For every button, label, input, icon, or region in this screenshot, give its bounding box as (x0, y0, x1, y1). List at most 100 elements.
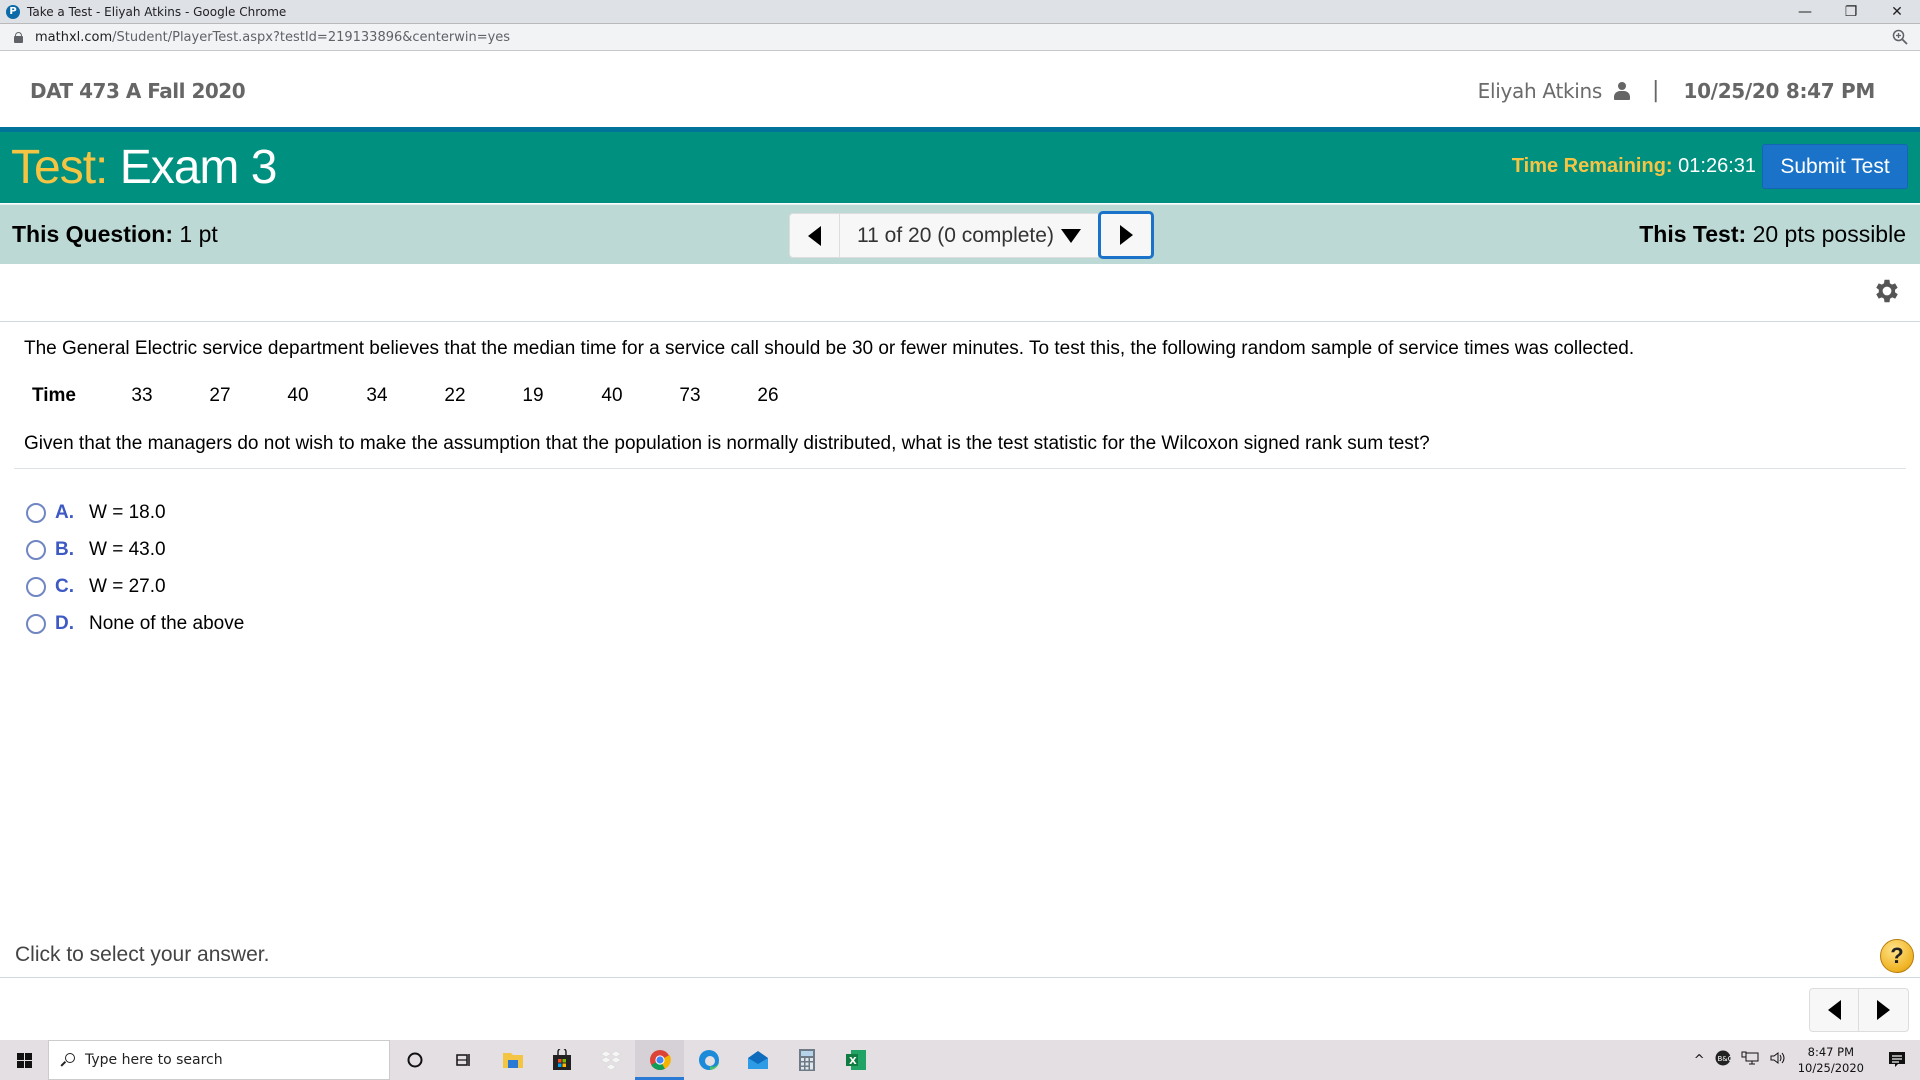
option-text: W = 18.0 (89, 501, 166, 523)
question-select-dropdown[interactable]: 11 of 20 (0 complete) (840, 213, 1098, 258)
microsoft-store-icon[interactable] (537, 1040, 586, 1080)
search-placeholder: Type here to search (85, 1052, 223, 1068)
next-question-button[interactable] (1098, 211, 1154, 259)
bottom-next-button[interactable] (1859, 988, 1909, 1032)
previous-question-button[interactable] (789, 213, 840, 258)
table-header-time: Time (32, 385, 77, 406)
pearson-logo-icon: P (6, 4, 20, 19)
restore-button[interactable]: ❐ (1828, 0, 1874, 23)
table-cell: 40 (287, 385, 309, 406)
test-name: Exam 3 (119, 141, 278, 194)
table-cell: 33 (131, 385, 153, 406)
volume-icon[interactable] (1769, 1050, 1787, 1070)
header-datetime: 10/25/20 8:47 PM (1683, 78, 1875, 103)
gear-icon[interactable] (1872, 276, 1902, 306)
radio-button[interactable] (26, 576, 46, 597)
this-question-label: This Question: (12, 221, 173, 247)
option-letter: A. (55, 501, 74, 523)
this-question-value: 1 pt (179, 221, 218, 247)
minimize-button[interactable]: — (1782, 0, 1828, 23)
user-name: Eliyah Atkins (1477, 78, 1603, 103)
address-bar[interactable]: mathxl.com/Student/PlayerTest.aspx?testI… (0, 23, 1920, 51)
option-letter: B. (55, 538, 74, 560)
help-icon[interactable]: ? (1880, 939, 1914, 973)
answer-option-b[interactable]: B. W = 43.0 (26, 531, 244, 568)
test-header-band: Test: Exam 3 Time Remaining: 01:26:31 Su… (0, 132, 1920, 203)
arrow-left-icon (808, 225, 821, 246)
test-title: Test: Exam 3 (11, 140, 278, 195)
table-cell: 22 (444, 385, 466, 406)
system-tray: ^ B&O 8:47 PM 10/25/2020 (1689, 1040, 1920, 1080)
microsoft-edge-icon[interactable] (684, 1040, 733, 1080)
show-hidden-icons-icon[interactable]: ^ (1694, 1053, 1705, 1068)
course-header: DAT 473 A Fall 2020 Eliyah Atkins | 10/2… (0, 51, 1920, 127)
this-question-points: This Question: 1 pt (12, 221, 218, 248)
arrow-right-icon (1119, 225, 1133, 245)
table-cell: 26 (757, 385, 779, 406)
window-controls: — ❐ ✕ (1782, 0, 1920, 23)
window-title: Take a Test - Eliyah Atkins - Google Chr… (27, 4, 287, 19)
answer-option-d[interactable]: D. None of the above (26, 605, 244, 642)
cortana-icon[interactable] (390, 1040, 439, 1080)
this-test-points: This Test: 20 pts possible (1639, 221, 1906, 248)
divider (0, 977, 1920, 978)
this-test-label: This Test: (1639, 221, 1747, 247)
question-intro: The General Electric service department … (24, 338, 1635, 359)
taskbar-clock[interactable]: 8:47 PM 10/25/2020 (1798, 1044, 1864, 1076)
answer-options: A. W = 18.0 B. W = 43.0 C. W = 27.0 D. N… (26, 494, 244, 642)
file-explorer-icon[interactable] (488, 1040, 537, 1080)
test-label: Test: (11, 141, 108, 194)
mail-icon[interactable] (733, 1040, 782, 1080)
time-remaining-label: Time Remaining: (1511, 155, 1673, 177)
browser-title-bar: P Take a Test - Eliyah Atkins - Google C… (0, 0, 1920, 23)
course-title: DAT 473 A Fall 2020 (30, 79, 246, 103)
table-cell: 19 (522, 385, 544, 406)
time-remaining: Time Remaining: 01:26:31 (1512, 155, 1756, 178)
question-navigator: 11 of 20 (0 complete) (789, 211, 1154, 259)
table-cell: 73 (679, 385, 701, 406)
notification-center-icon[interactable] (1880, 1040, 1914, 1080)
answer-option-c[interactable]: C. W = 27.0 (26, 568, 244, 605)
option-letter: C. (55, 575, 74, 597)
question-bar: This Question: 1 pt 11 of 20 (0 complete… (0, 204, 1920, 264)
caret-down-icon (1060, 228, 1081, 243)
close-button[interactable]: ✕ (1874, 0, 1920, 23)
radio-button[interactable] (26, 613, 46, 634)
submit-test-button[interactable]: Submit Test (1762, 144, 1908, 189)
clock-time: 8:47 PM (1807, 1045, 1855, 1059)
excel-icon[interactable]: X (831, 1040, 880, 1080)
svg-text:B&O: B&O (1717, 1055, 1731, 1063)
option-letter: D. (55, 612, 74, 634)
start-button[interactable] (0, 1040, 48, 1080)
bottom-navigator (1809, 988, 1909, 1032)
this-test-value: 20 pts possible (1752, 221, 1906, 247)
dropbox-icon[interactable] (586, 1040, 635, 1080)
time-remaining-value: 01:26:31 (1678, 155, 1756, 177)
svg-text:X: X (849, 1056, 857, 1067)
task-view-icon[interactable] (439, 1040, 488, 1080)
question-position: 11 of 20 (0 complete) (857, 223, 1054, 247)
windows-logo-icon (16, 1052, 32, 1068)
windows-taskbar: Type here to search X ^ B&O 8:47 PM 10/2… (0, 1040, 1920, 1080)
user-area: Eliyah Atkins | 10/25/20 8:47 PM (1477, 78, 1876, 103)
table-cell: 40 (601, 385, 623, 406)
url-text[interactable]: mathxl.com/Student/PlayerTest.aspx?testI… (35, 30, 510, 45)
lock-icon[interactable] (14, 31, 23, 43)
search-icon (60, 1053, 75, 1067)
calculator-icon[interactable] (782, 1040, 831, 1080)
taskbar-search-input[interactable]: Type here to search (48, 1040, 390, 1080)
google-chrome-icon[interactable] (635, 1040, 684, 1080)
clock-date: 10/25/2020 (1797, 1061, 1864, 1075)
hint-text: Click to select your answer. (15, 943, 270, 966)
radio-button[interactable] (26, 502, 46, 523)
question-prompt: Given that the managers do not wish to m… (24, 433, 1430, 454)
bang-olufsen-icon[interactable]: B&O (1715, 1050, 1733, 1070)
table-cell: 27 (209, 385, 231, 406)
radio-button[interactable] (26, 539, 46, 560)
network-icon[interactable] (1741, 1050, 1759, 1070)
url-host: mathxl.com (35, 29, 113, 45)
bottom-previous-button[interactable] (1809, 988, 1859, 1032)
zoom-in-icon[interactable] (1892, 29, 1908, 45)
divider (14, 468, 1906, 469)
answer-option-a[interactable]: A. W = 18.0 (26, 494, 244, 531)
